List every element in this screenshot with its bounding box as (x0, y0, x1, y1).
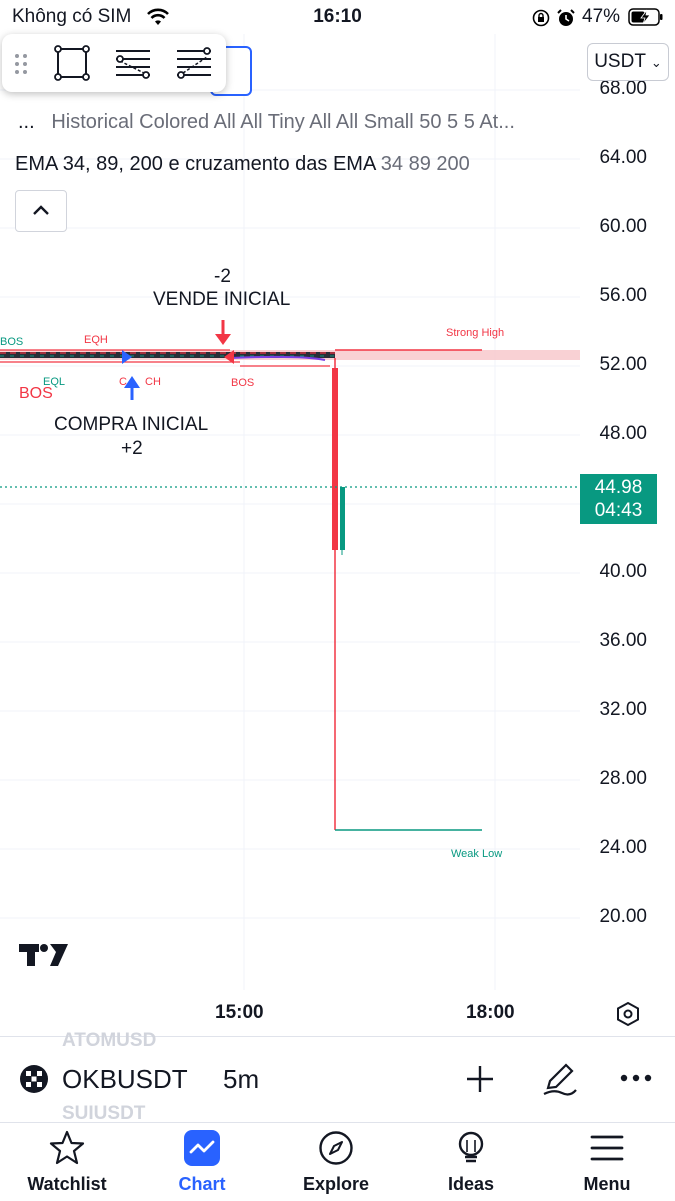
legend-ellipsis: ... (18, 111, 35, 133)
pen-draw-icon[interactable] (540, 1058, 580, 1098)
tab-label: Chart (178, 1174, 226, 1194)
bos-left-red-label: BOS (19, 385, 53, 402)
tab-watchlist[interactable]: Watchlist (12, 1122, 122, 1200)
more-options-icon[interactable] (620, 1070, 652, 1086)
tab-ideas[interactable]: Ideas (416, 1122, 526, 1200)
sell-label: VENDE INICIAL (153, 289, 291, 310)
time-tick: 18:00 (466, 1002, 515, 1023)
alarm-icon (557, 9, 575, 26)
price-tick: 32.00 (599, 699, 647, 720)
price-tick: 64.00 (599, 147, 647, 168)
indicator-name: Historical Colored All All Tiny All All … (51, 111, 515, 133)
price-tick: 48.00 (599, 423, 647, 444)
ghost-symbol-top: ATOMUSD (62, 1030, 157, 1051)
chevron-up-icon (33, 205, 49, 215)
price-tick: 36.00 (599, 630, 647, 651)
battery-icon (628, 8, 663, 26)
choch-label: CH (145, 376, 161, 388)
chart-svg (0, 34, 580, 990)
buy-label: COMPRA INICIAL (54, 414, 209, 435)
strong-high-label: Strong High (446, 327, 505, 339)
bos-right-label: BOS (231, 377, 255, 389)
weak-low-label: Weak Low (451, 848, 503, 860)
drop-candle (332, 368, 338, 550)
indicator-legend-2[interactable]: EMA 34, 89, 200 e cruzamento das EMA 34 … (15, 153, 470, 176)
status-bar: Không có SIM 16:10 47% (0, 0, 675, 34)
indicator-legend-1[interactable]: ... Historical Colored All All Tiny All … (18, 111, 515, 134)
price-tick: 52.00 (599, 354, 647, 375)
star-icon (49, 1130, 85, 1165)
tab-label: Menu (583, 1174, 631, 1194)
price-tick: 56.00 (599, 285, 647, 306)
rectangle-tool-icon[interactable] (53, 44, 91, 82)
current-price-tag: 44.98 04:43 (580, 474, 657, 524)
price-tick: 20.00 (599, 906, 647, 927)
tab-label: Watchlist (27, 1174, 107, 1194)
hamburger-icon (590, 1135, 624, 1161)
price-tick: 24.00 (599, 837, 647, 858)
drawing-toolbar[interactable] (2, 34, 226, 92)
symbol-name[interactable]: OKBUSDT (62, 1064, 188, 1095)
add-icon[interactable] (464, 1063, 496, 1095)
currency-select-button[interactable]: USDT ⌄ (587, 43, 669, 81)
bar-countdown: 04:43 (594, 500, 643, 521)
lightbulb-icon (458, 1131, 484, 1163)
compass-icon (319, 1131, 353, 1165)
tab-menu[interactable]: Menu (552, 1122, 662, 1200)
chart-canvas[interactable]: -2 VENDE INICIAL COMPRA INICIAL +2 Stron… (0, 34, 675, 1034)
indicator-name: EMA 34, 89, 200 e cruzamento das EMA (15, 153, 376, 175)
battery-percent: 47% (582, 6, 621, 27)
chevron-down-icon: ⌄ (650, 55, 662, 70)
orientation-lock-icon (532, 9, 550, 27)
buy-count: +2 (121, 438, 143, 459)
indicator-params: 34 89 200 (380, 153, 470, 175)
currency-label: USDT (594, 51, 646, 72)
tab-chart[interactable]: Chart (147, 1122, 257, 1200)
okb-logo-icon (20, 1065, 48, 1093)
grid-lines (0, 34, 580, 990)
trend-based-fib-icon[interactable] (175, 44, 213, 82)
sell-arrow-icon (215, 334, 231, 345)
price-tick: 60.00 (599, 216, 647, 237)
sell-count: -2 (214, 266, 231, 287)
fib-retracement-icon[interactable] (114, 44, 152, 82)
tab-label: Explore (302, 1174, 370, 1194)
price-tick: 28.00 (599, 768, 647, 789)
chart-icon (184, 1130, 220, 1166)
current-price-value: 44.98 (594, 477, 643, 498)
collapse-legend-button[interactable] (15, 190, 67, 232)
bos-left-label: BOS (0, 336, 24, 348)
tab-label: Ideas (447, 1174, 495, 1194)
eqh-label: EQH (84, 334, 108, 346)
drag-handle-icon[interactable] (14, 53, 28, 75)
price-tick: 40.00 (599, 561, 647, 582)
choch-prefix-label: C (119, 376, 127, 388)
tab-explore[interactable]: Explore (281, 1122, 391, 1200)
chart-settings-hexagon-icon[interactable] (614, 1000, 642, 1028)
tradingview-logo (19, 944, 68, 966)
time-tick: 15:00 (215, 1002, 264, 1023)
price-tick: 68.00 (599, 78, 647, 99)
timeframe-selector[interactable]: 5m (223, 1064, 259, 1095)
